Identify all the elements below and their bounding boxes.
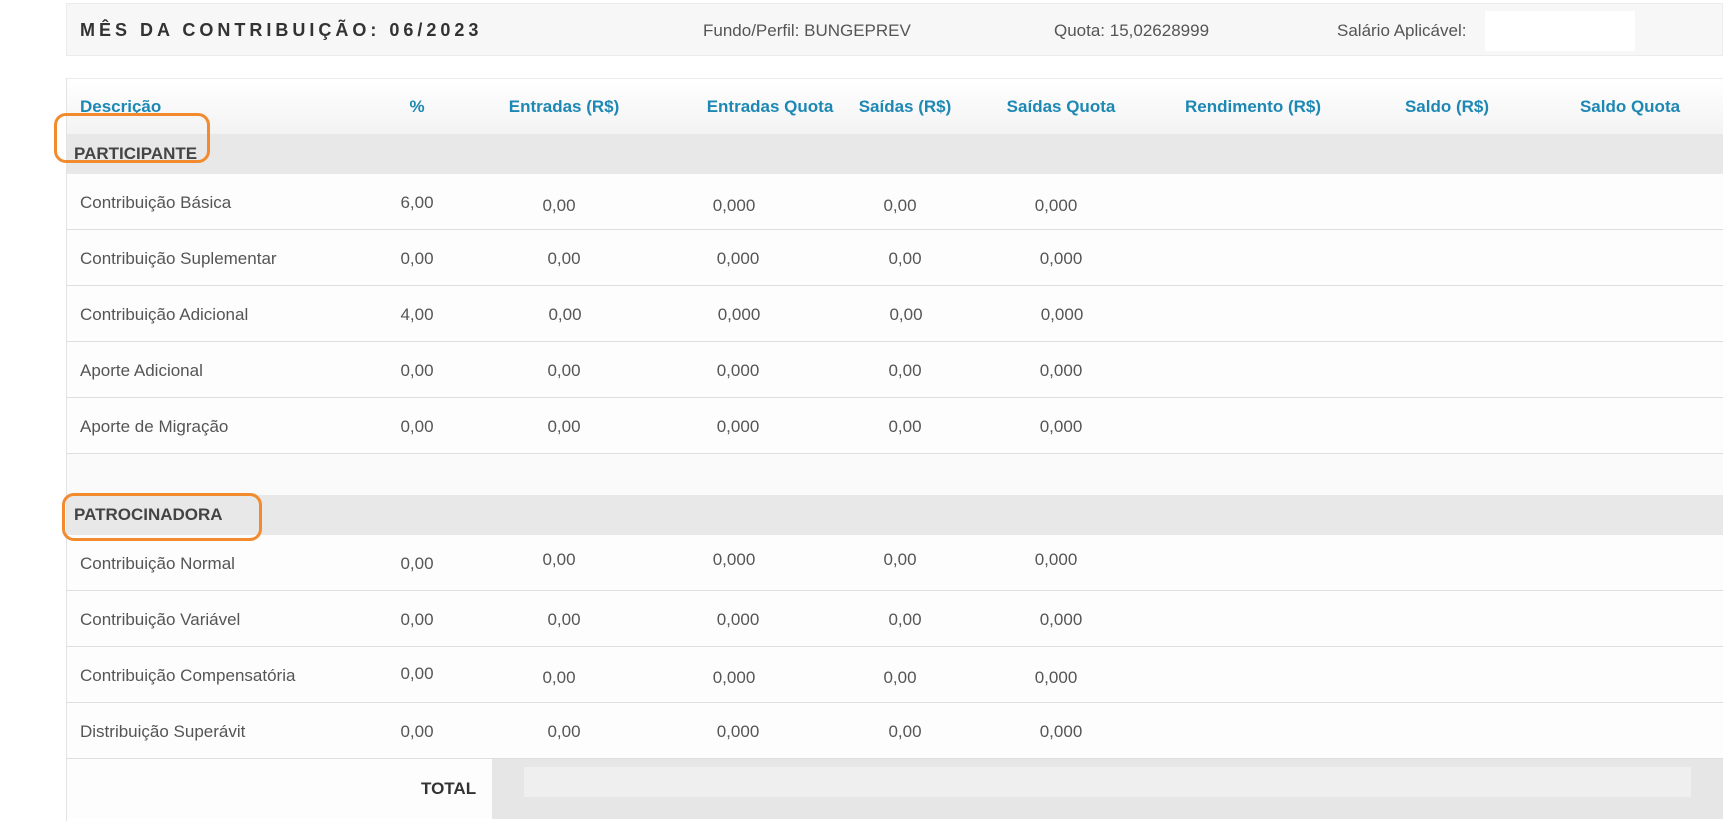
col-header-rendimento[interactable]: Rendimento (R$) <box>1185 97 1321 117</box>
fund-profile: Fundo/Perfil: BUNGEPREV <box>703 21 911 40</box>
row-entradas-quota: 0,000 <box>712 668 756 687</box>
row-saidas: 0,00 <box>888 361 922 380</box>
group-spacer <box>67 454 1723 495</box>
col-header-saldo-quota[interactable]: Saldo Quota <box>1580 97 1680 117</box>
row-percent: 6,00 <box>400 193 434 212</box>
row-saidas-quota: 0,000 <box>1034 550 1078 569</box>
row-description: Aporte Adicional <box>80 361 203 380</box>
row-entradas-quota: 0,000 <box>716 722 760 741</box>
row-percent: 0,00 <box>400 249 434 268</box>
table-row: Contribuição Básica 6,00 0,00 0,000 0,00… <box>67 174 1723 230</box>
row-entradas-quota: 0,000 <box>712 550 756 569</box>
table-row: Contribuição Normal 0,00 0,00 0,000 0,00… <box>67 535 1723 591</box>
row-entradas-quota: 0,000 <box>712 196 756 215</box>
row-saidas-quota: 0,000 <box>1039 249 1083 268</box>
col-header-saidas-quota[interactable]: Saídas Quota <box>1007 97 1116 117</box>
row-entradas-quota: 0,000 <box>716 610 760 629</box>
total-label: TOTAL <box>421 779 477 798</box>
highlight-patrocinadora <box>62 493 262 541</box>
table-row: Contribuição Compensatória 0,00 0,00 0,0… <box>67 647 1723 703</box>
row-saidas: 0,00 <box>889 305 923 324</box>
row-description: Contribuição Variável <box>80 610 241 629</box>
group-row-patrocinadora: PATROCINADORA <box>67 495 1723 535</box>
group-row-participante: PARTICIPANTE <box>67 134 1723 174</box>
row-description: Contribuição Adicional <box>80 305 249 324</box>
table-row: Aporte Adicional 0,00 0,00 0,000 0,00 0,… <box>67 342 1723 398</box>
contribution-summary-bar: MÊS DA CONTRIBUIÇÃO: 06/2023 Fundo/Perfi… <box>66 3 1723 56</box>
row-saidas-quota: 0,000 <box>1040 305 1084 324</box>
row-saidas: 0,00 <box>883 550 917 569</box>
total-row: TOTAL <box>67 759 1723 819</box>
row-percent: 4,00 <box>400 305 434 324</box>
row-saidas: 0,00 <box>883 668 917 687</box>
row-saidas-quota: 0,000 <box>1034 668 1078 687</box>
row-saidas-quota: 0,000 <box>1039 417 1083 436</box>
row-saidas: 0,00 <box>888 417 922 436</box>
salary-value-redacted <box>1485 11 1635 51</box>
row-saidas-quota: 0,000 <box>1034 196 1078 215</box>
row-entradas: 0,00 <box>542 668 576 687</box>
table-row: Aporte de Migração 0,00 0,00 0,000 0,00 … <box>67 398 1723 454</box>
row-percent: 0,00 <box>400 664 434 683</box>
row-percent: 0,00 <box>400 610 434 629</box>
row-description: Contribuição Básica <box>80 193 232 212</box>
row-entradas: 0,00 <box>547 249 581 268</box>
row-entradas: 0,00 <box>548 305 582 324</box>
row-saidas: 0,00 <box>888 610 922 629</box>
table-row: Contribuição Variável 0,00 0,00 0,000 0,… <box>67 591 1723 647</box>
row-entradas: 0,00 <box>547 722 581 741</box>
row-description: Aporte de Migração <box>80 417 229 436</box>
row-saidas: 0,00 <box>883 196 917 215</box>
row-saidas-quota: 0,000 <box>1039 610 1083 629</box>
table-row: Contribuição Adicional 4,00 0,00 0,000 0… <box>67 286 1723 342</box>
row-entradas: 0,00 <box>547 361 581 380</box>
col-header-saidas[interactable]: Saídas (R$) <box>859 97 952 117</box>
row-saidas: 0,00 <box>888 722 922 741</box>
row-percent: 0,00 <box>400 554 434 573</box>
row-saidas: 0,00 <box>888 249 922 268</box>
contribution-month: MÊS DA CONTRIBUIÇÃO: 06/2023 <box>80 20 483 40</box>
row-description: Contribuição Compensatória <box>80 666 296 685</box>
col-header-entradas[interactable]: Entradas (R$) <box>509 97 620 117</box>
row-entradas: 0,00 <box>542 550 576 569</box>
total-values-inner <box>524 767 1691 797</box>
row-percent: 0,00 <box>400 722 434 741</box>
row-percent: 0,00 <box>400 361 434 380</box>
row-description: Distribuição Superávit <box>80 722 246 741</box>
table-header: Descrição % Entradas (R$) Entradas Quota… <box>67 78 1723 134</box>
highlight-participante <box>54 113 210 163</box>
row-saidas-quota: 0,000 <box>1039 361 1083 380</box>
row-description: Contribuição Normal <box>80 554 235 573</box>
row-description: Contribuição Suplementar <box>80 249 277 268</box>
row-entradas: 0,00 <box>547 610 581 629</box>
quota-value: Quota: 15,02628999 <box>1054 21 1210 40</box>
contribution-table: Descrição % Entradas (R$) Entradas Quota… <box>66 78 1723 821</box>
col-header-entradas-quota[interactable]: Entradas Quota <box>707 97 834 117</box>
row-entradas-quota: 0,000 <box>717 305 761 324</box>
row-entradas: 0,00 <box>547 417 581 436</box>
table-row: Distribuição Superávit 0,00 0,00 0,000 0… <box>67 703 1723 759</box>
col-header-saldo[interactable]: Saldo (R$) <box>1405 97 1489 117</box>
row-entradas-quota: 0,000 <box>716 249 760 268</box>
row-entradas-quota: 0,000 <box>716 361 760 380</box>
row-entradas: 0,00 <box>542 196 576 215</box>
applicable-salary-label: Salário Aplicável: <box>1337 21 1467 40</box>
col-header-percent[interactable]: % <box>409 97 424 117</box>
row-saidas-quota: 0,000 <box>1039 722 1083 741</box>
row-entradas-quota: 0,000 <box>716 417 760 436</box>
row-percent: 0,00 <box>400 417 434 436</box>
contribution-statement: MÊS DA CONTRIBUIÇÃO: 06/2023 Fundo/Perfi… <box>54 0 1723 821</box>
table-row: Contribuição Suplementar 0,00 0,00 0,000… <box>67 230 1723 286</box>
